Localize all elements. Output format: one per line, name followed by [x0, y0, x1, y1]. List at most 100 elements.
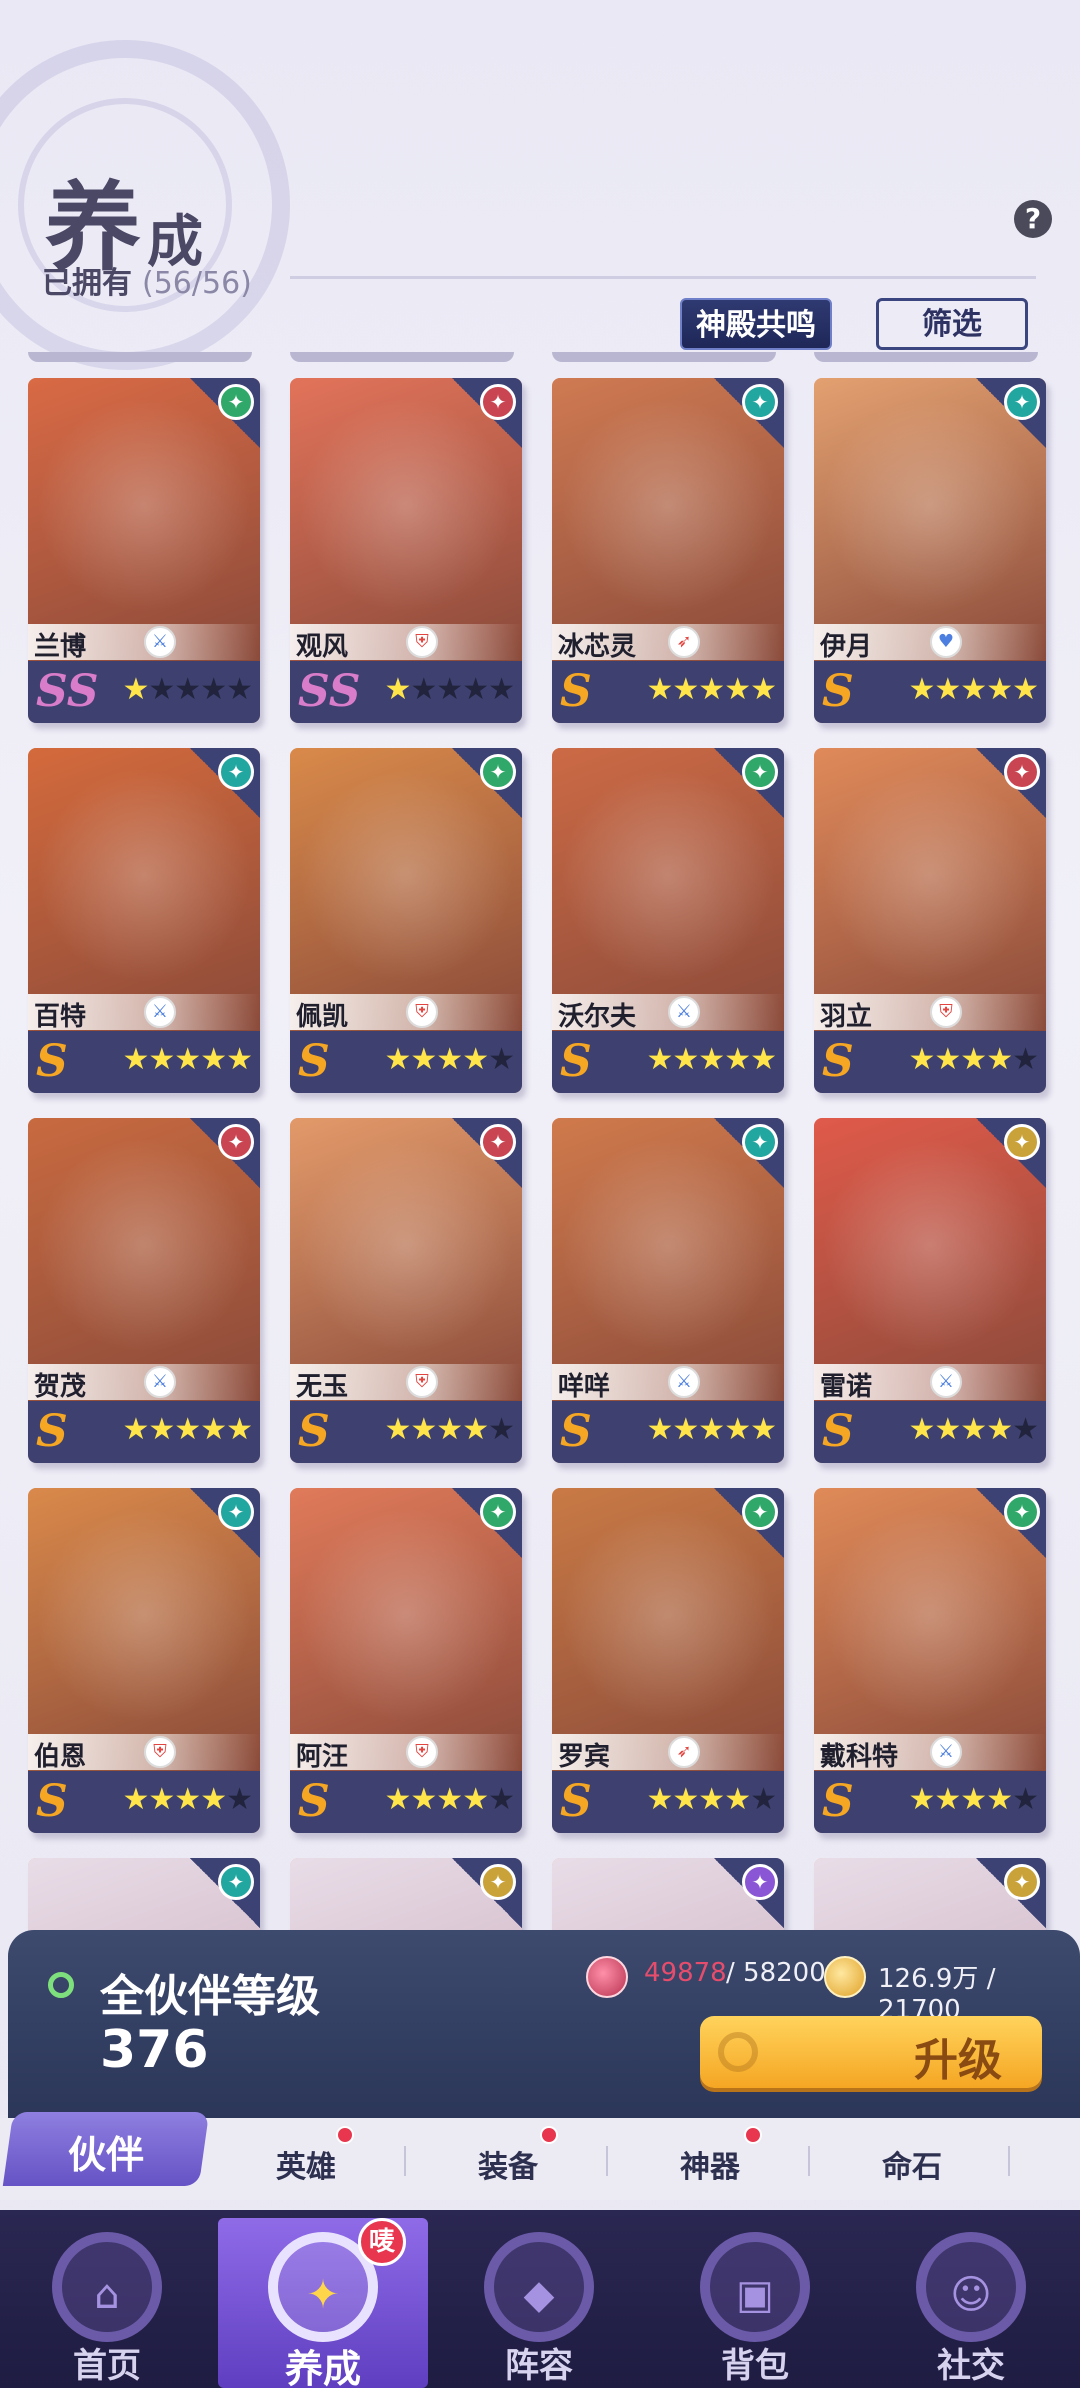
bow-role-icon: ➶	[668, 626, 700, 658]
star-filled-icon: ★	[908, 1412, 935, 1447]
partner-name: 沃尔夫	[558, 1002, 637, 1032]
heart-role-icon: ♥	[930, 626, 962, 658]
partner-name: 咩咩	[558, 1372, 611, 1402]
tab-equipment[interactable]: 装备	[478, 2142, 538, 2186]
partner-card[interactable]: ✦ 咩咩 ⚔ S ★★★★★	[552, 1118, 784, 1463]
star-rating: ★★★★★	[908, 672, 1039, 707]
star-filled-icon: ★	[462, 1042, 489, 1077]
star-rating: ★★★★★	[122, 1412, 253, 1447]
star-filled-icon: ★	[960, 1782, 987, 1817]
star-empty-icon: ★	[488, 1782, 515, 1817]
tab-separator	[808, 2146, 810, 2176]
shield-role-icon: ⛨	[406, 996, 438, 1028]
partner-card[interactable]: ✦ 无玉 ⛨ S ★★★★★	[290, 1118, 522, 1463]
shield-role-icon: ⛨	[930, 996, 962, 1028]
star-rating: ★★★★★	[384, 1412, 515, 1447]
tab-artifacts[interactable]: 神器	[680, 2142, 740, 2186]
partner-card-partial[interactable]: ✦	[814, 1858, 1046, 1938]
star-rating: ★★★★★	[122, 1782, 253, 1817]
partner-card-partial[interactable]: ✦	[552, 1858, 784, 1938]
star-filled-icon: ★	[148, 1782, 175, 1817]
notification-dot	[540, 2126, 558, 2144]
gem-current: 49878	[644, 1958, 727, 1988]
star-filled-icon: ★	[122, 1782, 149, 1817]
star-filled-icon: ★	[934, 1412, 961, 1447]
star-rating: ★★★★★	[384, 1042, 515, 1077]
partner-card-partial[interactable]: ✦	[28, 1858, 260, 1938]
tab-separator	[606, 2146, 608, 2176]
star-empty-icon: ★	[1012, 1412, 1039, 1447]
nav-social[interactable]: ☺ 社交	[866, 2218, 1076, 2388]
gold-element-icon: ✦	[1004, 1124, 1040, 1160]
sword-role-icon: ⚔	[930, 1736, 962, 1768]
filter-button[interactable]: 筛选	[876, 298, 1028, 350]
shelf-edge	[552, 352, 776, 362]
star-filled-icon: ★	[122, 672, 149, 707]
nav-formation[interactable]: ◆ 阵容	[434, 2218, 644, 2388]
star-filled-icon: ★	[384, 1782, 411, 1817]
star-filled-icon: ★	[384, 672, 411, 707]
tab-heroes[interactable]: 英雄	[276, 2142, 336, 2186]
teal-element-icon: ✦	[218, 1864, 254, 1900]
star-rating: ★★★★★	[122, 672, 253, 707]
partner-card[interactable]: ✦ 戴科特 ⚔ S ★★★★★	[814, 1488, 1046, 1833]
shelf-edge	[290, 352, 514, 362]
star-filled-icon: ★	[672, 1412, 699, 1447]
partner-card[interactable]: ✦ 佩凯 ⛨ S ★★★★★	[290, 748, 522, 1093]
grade-badge: S	[560, 1406, 592, 1457]
grade-badge: S	[298, 1036, 330, 1087]
partner-card[interactable]: ✦ 阿汪 ⛨ S ★★★★★	[290, 1488, 522, 1833]
partner-name: 贺茂	[34, 1372, 87, 1402]
owned-summary: 已拥有 (56/56)	[42, 258, 252, 302]
nav-backpack[interactable]: ▣ 背包	[650, 2218, 860, 2388]
help-icon[interactable]: ?	[1014, 200, 1052, 238]
star-rating: ★★★★★	[384, 1782, 515, 1817]
nav-home-label: 首页	[73, 2346, 141, 2386]
upgrade-button[interactable]: 升级	[700, 2016, 1042, 2088]
star-filled-icon: ★	[436, 1782, 463, 1817]
partner-card[interactable]: ✦ 伯恩 ⛨ S ★★★★★	[28, 1488, 260, 1833]
star-filled-icon: ★	[384, 1412, 411, 1447]
star-filled-icon: ★	[646, 1782, 673, 1817]
partner-card[interactable]: ✦ 观风 ⛨ SS ★★★★★	[290, 378, 522, 723]
shield-role-icon: ⛨	[406, 1736, 438, 1768]
sword-role-icon: ⚔	[668, 996, 700, 1028]
gold-element-icon: ✦	[480, 1864, 516, 1900]
star-rating: ★★★★★	[646, 1782, 777, 1817]
star-empty-icon: ★	[200, 672, 227, 707]
star-filled-icon: ★	[672, 672, 699, 707]
star-filled-icon: ★	[724, 1412, 751, 1447]
partner-card[interactable]: ✦ 沃尔夫 ⚔ S ★★★★★	[552, 748, 784, 1093]
nav-develop[interactable]: ✦ 养成 唛	[218, 2218, 428, 2388]
partner-card[interactable]: ✦ 兰博 ⚔ SS ★★★★★	[28, 378, 260, 723]
star-empty-icon: ★	[410, 672, 437, 707]
partner-card[interactable]: ✦ 伊月 ♥ S ★★★★★	[814, 378, 1046, 723]
partner-card[interactable]: ✦ 百特 ⚔ S ★★★★★	[28, 748, 260, 1093]
tab-fate-stones[interactable]: 命石	[882, 2142, 942, 2186]
partner-card[interactable]: ✦ 雷诺 ⚔ S ★★★★★	[814, 1118, 1046, 1463]
partner-name: 百特	[34, 1002, 87, 1032]
partner-name: 羽立	[820, 1002, 873, 1032]
green-element-icon: ✦	[218, 384, 254, 420]
temple-resonance-button[interactable]: 神殿共鸣	[680, 298, 832, 350]
nav-home[interactable]: ⌂ 首页	[2, 2218, 212, 2388]
grade-badge: S	[560, 666, 592, 717]
star-filled-icon: ★	[698, 672, 725, 707]
star-filled-icon: ★	[122, 1042, 149, 1077]
green-element-icon: ✦	[480, 754, 516, 790]
star-empty-icon: ★	[462, 672, 489, 707]
partner-card[interactable]: ✦ 贺茂 ⚔ S ★★★★★	[28, 1118, 260, 1463]
sword-role-icon: ⚔	[144, 996, 176, 1028]
green-element-icon: ✦	[480, 1494, 516, 1530]
partner-card[interactable]: ✦ 冰芯灵 ➶ S ★★★★★	[552, 378, 784, 723]
star-empty-icon: ★	[1012, 1782, 1039, 1817]
star-filled-icon: ★	[462, 1412, 489, 1447]
partner-card-partial[interactable]: ✦	[290, 1858, 522, 1938]
ring-icon	[718, 2032, 758, 2072]
partner-card[interactable]: ✦ 羽立 ⛨ S ★★★★★	[814, 748, 1046, 1093]
star-filled-icon: ★	[986, 672, 1013, 707]
sword-role-icon: ⚔	[930, 1366, 962, 1398]
shelf-edge	[814, 352, 1038, 362]
partner-card[interactable]: ✦ 罗宾 ➶ S ★★★★★	[552, 1488, 784, 1833]
star-filled-icon: ★	[908, 1782, 935, 1817]
